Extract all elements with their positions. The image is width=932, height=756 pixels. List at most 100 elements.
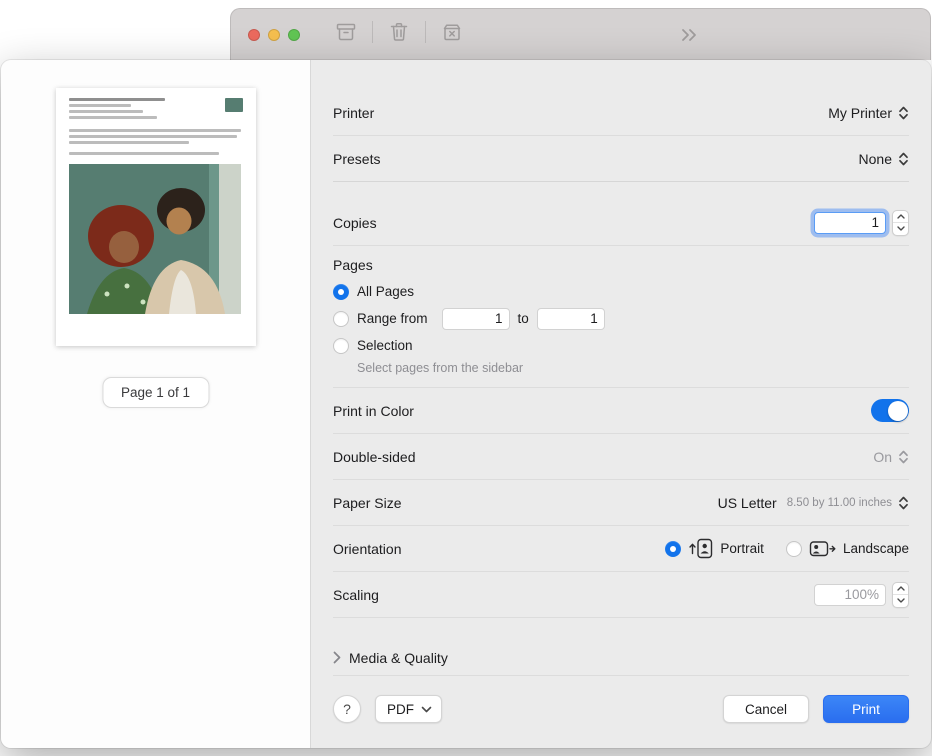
stepper-up-icon[interactable] [893, 211, 908, 224]
portrait-option[interactable]: Portrait [665, 538, 764, 559]
landscape-icon [809, 538, 836, 559]
printer-value: My Printer [828, 105, 892, 121]
range-from-label: Range from [357, 311, 428, 326]
chevron-up-down-icon [898, 105, 909, 121]
orientation-label: Orientation [333, 541, 401, 557]
presets-label: Presets [333, 151, 380, 167]
radio-unselected-icon[interactable] [333, 311, 349, 327]
email-header-line [69, 110, 143, 113]
dialog-footer: ? PDF Cancel Print [333, 676, 909, 748]
stepper-down-icon[interactable] [893, 595, 908, 607]
presets-popup[interactable]: None [859, 151, 909, 167]
print-in-color-row: Print in Color [333, 388, 909, 434]
window-controls [248, 29, 300, 41]
media-quality-label: Media & Quality [349, 650, 448, 666]
landscape-label: Landscape [843, 541, 909, 556]
selection-option[interactable]: Selection [333, 332, 909, 359]
double-sided-row: Double-sided On [333, 434, 909, 480]
printer-popup[interactable]: My Printer [828, 105, 909, 121]
chevron-up-down-icon [898, 151, 909, 167]
pdf-label: PDF [387, 702, 414, 717]
email-body-line [69, 152, 219, 155]
cancel-label: Cancel [745, 702, 787, 717]
pages-label: Pages [333, 257, 373, 273]
orientation-row: Orientation Portrait [333, 526, 909, 572]
help-label: ? [343, 701, 351, 717]
copies-input[interactable] [814, 212, 886, 234]
selection-label: Selection [357, 338, 413, 353]
page-preview [56, 88, 256, 346]
printer-row: Printer My Printer [333, 90, 909, 136]
close-window-button[interactable] [248, 29, 260, 41]
paper-size-label: Paper Size [333, 495, 401, 511]
paper-size-row: Paper Size US Letter 8.50 by 11.00 inche… [333, 480, 909, 526]
email-header-line [69, 104, 131, 107]
print-in-color-label: Print in Color [333, 403, 414, 419]
toggle-knob [888, 401, 908, 421]
junk-icon[interactable] [440, 20, 464, 44]
trash-icon[interactable] [387, 20, 411, 44]
toolbar-divider [425, 21, 426, 43]
disclosure-chevron-icon [333, 651, 341, 664]
copies-row: Copies [333, 200, 909, 246]
email-header-line [69, 116, 157, 119]
double-sided-popup[interactable]: On [873, 449, 909, 465]
radio-unselected-icon[interactable] [786, 541, 802, 557]
print-in-color-toggle[interactable] [871, 399, 909, 422]
media-quality-disclosure[interactable]: Media & Quality [333, 640, 909, 676]
all-pages-option[interactable]: All Pages [333, 278, 909, 305]
double-sided-value: On [873, 449, 892, 465]
scaling-row: Scaling [333, 572, 909, 618]
mail-window-toolbar [230, 8, 931, 60]
portrait-label: Portrait [720, 541, 764, 556]
paper-size-popup[interactable]: US Letter 8.50 by 11.00 inches [718, 495, 909, 511]
pdf-menu-button[interactable]: PDF [375, 695, 442, 723]
stepper-up-icon[interactable] [893, 583, 908, 596]
range-to-label: to [518, 311, 529, 326]
archive-icon[interactable] [334, 20, 358, 44]
minimize-window-button[interactable] [268, 29, 280, 41]
range-from-input[interactable] [442, 308, 510, 330]
stepper-down-icon[interactable] [893, 223, 908, 235]
help-button[interactable]: ? [333, 695, 361, 723]
zoom-window-button[interactable] [288, 29, 300, 41]
toolbar-divider [372, 21, 373, 43]
presets-row: Presets None [333, 136, 909, 182]
range-to-input[interactable] [537, 308, 605, 330]
scaling-label: Scaling [333, 587, 379, 603]
paper-size-value: US Letter [718, 495, 777, 511]
sender-avatar [225, 98, 243, 112]
print-button[interactable]: Print [823, 695, 909, 723]
selection-hint: Select pages from the sidebar [357, 359, 909, 377]
print-dialog: Page 1 of 1 Printer My Printer Presets N… [1, 60, 931, 748]
all-pages-label: All Pages [357, 284, 414, 299]
email-body-line [69, 135, 237, 138]
presets-value: None [859, 151, 892, 167]
scaling-stepper[interactable] [892, 582, 909, 608]
landscape-option[interactable]: Landscape [786, 538, 909, 559]
chevron-down-icon [421, 706, 432, 713]
page-indicator: Page 1 of 1 [102, 377, 209, 408]
print-preview-panel: Page 1 of 1 [1, 60, 311, 748]
print-settings-panel: Printer My Printer Presets None Copies [311, 60, 931, 748]
printer-label: Printer [333, 105, 374, 121]
email-photo [69, 164, 241, 314]
chevron-up-down-icon [898, 449, 909, 465]
copies-stepper[interactable] [892, 210, 909, 236]
double-sided-label: Double-sided [333, 449, 416, 465]
paper-size-detail: 8.50 by 11.00 inches [787, 497, 892, 509]
email-header-line [69, 98, 165, 101]
radio-unselected-icon[interactable] [333, 338, 349, 354]
chevron-up-down-icon [898, 495, 909, 511]
scaling-input[interactable] [814, 584, 886, 606]
portrait-icon [688, 538, 713, 559]
radio-selected-icon[interactable] [333, 284, 349, 300]
copies-label: Copies [333, 215, 377, 231]
radio-selected-icon[interactable] [665, 541, 681, 557]
screen: Page 1 of 1 Printer My Printer Presets N… [0, 0, 932, 756]
more-toolbar-items-icon[interactable] [676, 26, 702, 49]
pages-section: Pages All Pages Range from to Selection [333, 246, 909, 388]
cancel-button[interactable]: Cancel [723, 695, 809, 723]
email-body-line [69, 141, 189, 144]
range-option[interactable]: Range from to [333, 305, 909, 332]
